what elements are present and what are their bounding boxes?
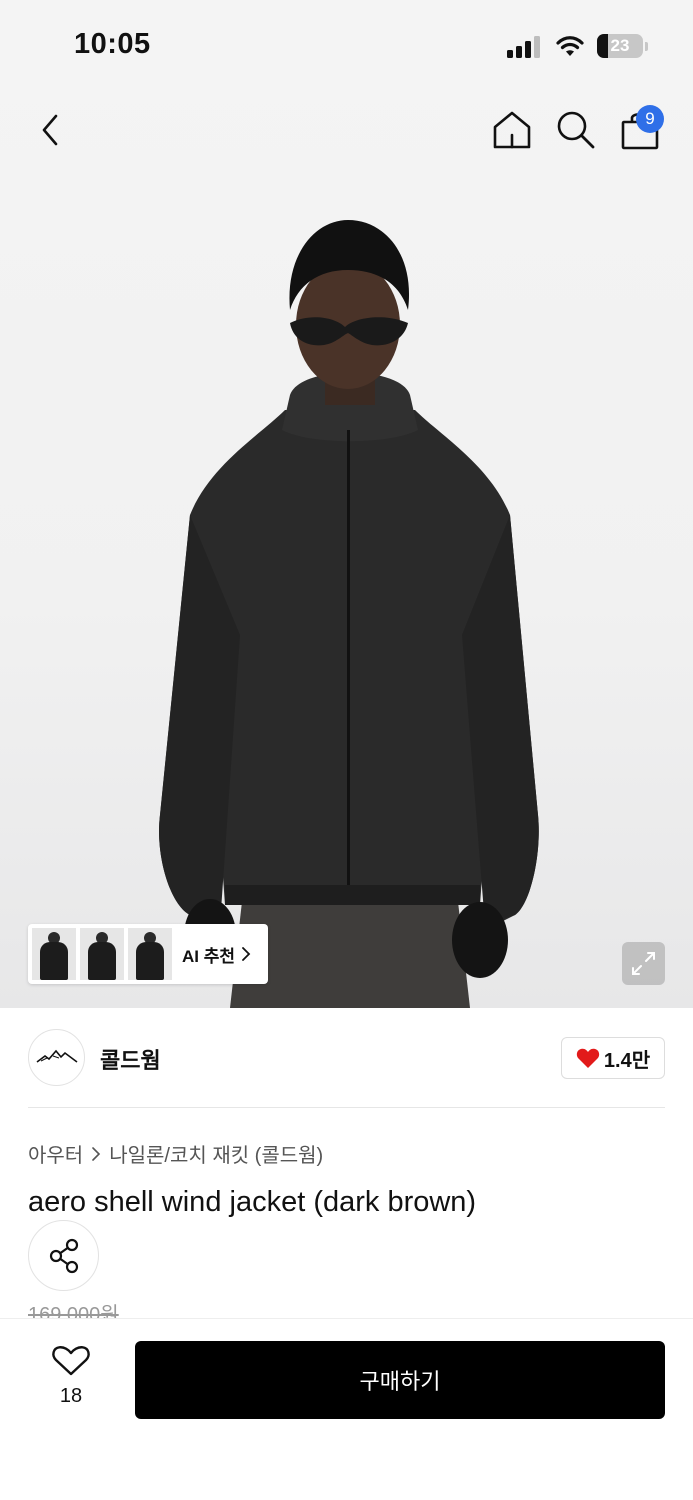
- brand-name[interactable]: 콜드웜: [100, 1043, 161, 1075]
- battery-icon: 23: [597, 34, 643, 58]
- ai-recommend-chip[interactable]: AI 추천: [28, 924, 268, 984]
- product-photo: [159, 220, 539, 1008]
- breadcrumb: 아우터 나일론/코치 재킷 (콜드웜): [28, 1139, 323, 1168]
- wishlist-button[interactable]: 18: [48, 1343, 94, 1413]
- brand-logo[interactable]: [28, 1029, 85, 1086]
- share-icon: [49, 1238, 79, 1274]
- recommend-thumbnail[interactable]: [80, 928, 124, 980]
- cart-count-badge: 9: [636, 105, 664, 133]
- signal-icon: [507, 36, 543, 58]
- home-icon[interactable]: [490, 108, 534, 152]
- battery-tip: [645, 42, 648, 51]
- heart-filled-icon: [576, 1048, 600, 1068]
- wishlist-count: 18: [59, 1385, 83, 1407]
- battery-level: 23: [610, 36, 630, 55]
- recommend-thumbnail[interactable]: [128, 928, 172, 980]
- ai-recommend-label: AI 추천: [182, 946, 236, 966]
- brand-like-button[interactable]: 1.4만: [561, 1037, 665, 1079]
- brand-like-count: 1.4만: [603, 1049, 651, 1072]
- buy-button[interactable]: 구매하기: [135, 1341, 665, 1419]
- product-image[interactable]: 10:05 23 9 AI 추천: [0, 0, 693, 1008]
- status-bar: 10:05 23: [0, 0, 693, 90]
- chevron-right-icon: [242, 947, 251, 961]
- share-button[interactable]: [28, 1220, 99, 1291]
- search-icon[interactable]: [554, 108, 598, 152]
- recommend-thumbnail[interactable]: [32, 928, 76, 980]
- breadcrumb-category[interactable]: 아우터: [28, 1139, 83, 1168]
- breadcrumb-subcategory[interactable]: 나일론/코치 재킷 (콜드웜): [109, 1139, 323, 1168]
- status-time: 10:05: [74, 28, 151, 60]
- wifi-icon: [556, 36, 584, 56]
- mountain-logo-icon: [36, 1049, 78, 1063]
- divider: [28, 1107, 665, 1108]
- heart-outline-icon: [52, 1346, 90, 1376]
- back-icon[interactable]: [32, 110, 68, 150]
- chevron-right-icon: [92, 1146, 101, 1161]
- bottom-action-bar: 18 구매하기: [0, 1318, 693, 1500]
- product-title: aero shell wind jacket (dark brown): [28, 1186, 477, 1218]
- expand-icon[interactable]: [622, 942, 665, 985]
